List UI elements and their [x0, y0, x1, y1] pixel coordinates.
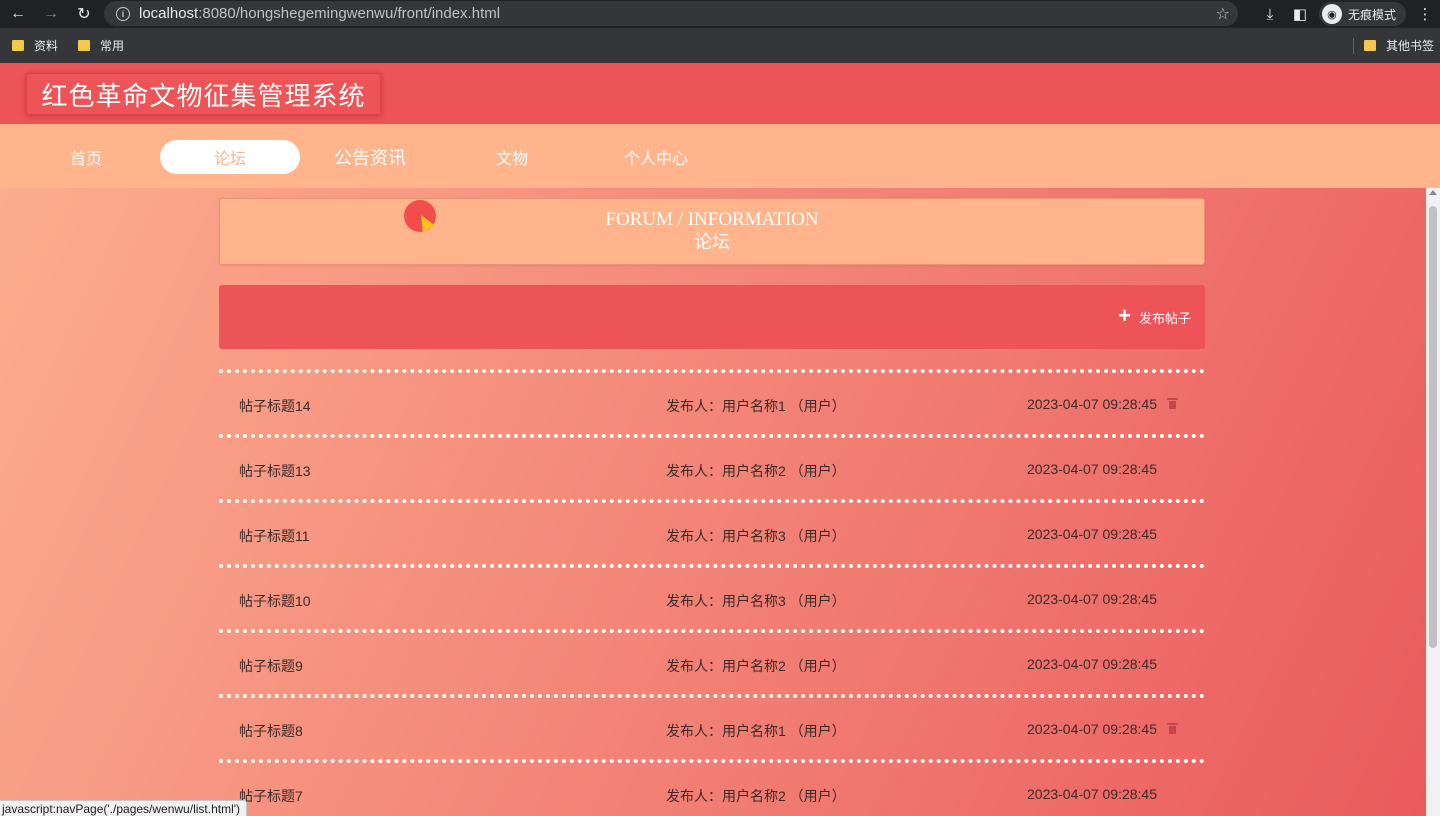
- browser-toolbar: ← → ↻ i localhost:8080/hongshegemingwenw…: [0, 0, 1440, 28]
- back-arrow-icon[interactable]: ←: [4, 0, 32, 28]
- bookmark-star-icon[interactable]: ☆: [1216, 4, 1230, 24]
- post-title[interactable]: 帖子标题9: [239, 656, 303, 676]
- bookmark-separator: [1352, 37, 1354, 54]
- reload-icon[interactable]: ↻: [70, 0, 98, 28]
- post-row[interactable]: 帖子标题8 发布人：用户名称1 （用户） 2023-04-07 09:28:45: [219, 698, 1205, 759]
- post-date: 2023-04-07 09:28:45: [1027, 591, 1157, 607]
- incognito-badge[interactable]: ◉ 无痕模式: [1318, 2, 1406, 26]
- section-title-box: FORUM / INFORMATION 论坛: [219, 198, 1205, 265]
- post-list: 帖子标题14 发布人：用户名称1 （用户） 2023-04-07 09:28:4…: [219, 369, 1205, 816]
- main-nav: 首页 论坛 公告资讯 文物 个人中心: [0, 124, 1440, 188]
- trash-icon[interactable]: [1167, 397, 1178, 409]
- folder-icon: [1363, 40, 1376, 51]
- bookmark-folder-changyong[interactable]: 常用: [78, 37, 124, 54]
- forum-action-bar: + 发布帖子: [219, 285, 1205, 349]
- post-author: 发布人：用户名称1 （用户）: [666, 723, 846, 739]
- plus-icon: +: [1118, 303, 1131, 328]
- other-bookmarks-label: 其他书签: [1385, 39, 1434, 53]
- section-title-en: FORUM / INFORMATION: [605, 209, 819, 230]
- post-row[interactable]: 帖子标题10 发布人：用户名称3 （用户） 2023-04-07 09:28:4…: [219, 568, 1205, 629]
- nav-forum[interactable]: 论坛: [160, 140, 300, 174]
- post-date: 2023-04-07 09:28:45: [1027, 656, 1157, 672]
- post-title[interactable]: 帖子标题10: [239, 591, 311, 611]
- site-header: 红色革命文物征集管理系统: [0, 63, 1440, 124]
- browser-status-bar: javascript:navPage('./pages/wenwu/list.h…: [0, 800, 248, 816]
- post-title[interactable]: 帖子标题14: [239, 396, 311, 416]
- bookmark-label: 常用: [100, 39, 125, 53]
- trash-icon[interactable]: [1167, 722, 1178, 734]
- post-author: 发布人：用户名称3 （用户）: [666, 593, 846, 609]
- section-title-cn: 论坛: [694, 232, 730, 252]
- folder-icon: [12, 40, 24, 51]
- bookmark-label: 资料: [34, 39, 59, 53]
- scroll-thumb[interactable]: [1429, 206, 1437, 648]
- page-scrollbar[interactable]: [1426, 188, 1440, 816]
- post-row[interactable]: 帖子标题7 发布人：用户名称2 （用户） 2023-04-07 09:28:45: [219, 763, 1205, 816]
- post-date: 2023-04-07 09:28:45: [1027, 396, 1157, 412]
- post-date: 2023-04-07 09:28:45: [1027, 786, 1157, 802]
- publish-post-button[interactable]: + 发布帖子: [1114, 302, 1195, 332]
- side-panel-icon[interactable]: ◧: [1285, 5, 1315, 23]
- incognito-icon: ◉: [1321, 4, 1342, 24]
- url-path: :8080/hongshegemingwenwu/front/index.htm…: [198, 5, 501, 22]
- post-author: 发布人：用户名称3 （用户）: [666, 528, 846, 544]
- forum-main: FORUM / INFORMATION 论坛 + 发布帖子 帖子标题14 发布人…: [219, 198, 1205, 816]
- post-title[interactable]: 帖子标题13: [239, 461, 311, 481]
- post-author: 发布人：用户名称2 （用户）: [666, 463, 846, 479]
- nav-home[interactable]: 首页: [16, 140, 156, 174]
- post-date: 2023-04-07 09:28:45: [1027, 461, 1157, 477]
- post-row[interactable]: 帖子标题9 发布人：用户名称2 （用户） 2023-04-07 09:28:45: [219, 633, 1205, 694]
- bookmarks-bar: 资料 常用 其他书签: [0, 28, 1440, 63]
- url-host: localhost: [139, 5, 199, 22]
- address-bar[interactable]: i localhost:8080/hongshegemingwenwu/fron…: [104, 1, 1238, 26]
- publish-post-label: 发布帖子: [1138, 310, 1191, 326]
- page-viewport: 红色革命文物征集管理系统 首页 论坛 公告资讯 文物 个人中心 FORUM / …: [0, 63, 1440, 816]
- nav-relics[interactable]: 文物: [442, 140, 582, 174]
- post-title[interactable]: 帖子标题11: [239, 526, 310, 546]
- post-author: 发布人：用户名称2 （用户）: [666, 788, 846, 804]
- post-date: 2023-04-07 09:28:45: [1027, 526, 1157, 542]
- forward-arrow-icon[interactable]: →: [37, 0, 65, 28]
- other-bookmarks[interactable]: 其他书签: [1363, 37, 1434, 54]
- scroll-up-arrow-icon[interactable]: [1429, 190, 1437, 195]
- post-row[interactable]: 帖子标题11 发布人：用户名称3 （用户） 2023-04-07 09:28:4…: [219, 503, 1205, 564]
- post-title[interactable]: 帖子标题7: [239, 786, 303, 806]
- post-date: 2023-04-07 09:28:45: [1027, 721, 1157, 737]
- post-author: 发布人：用户名称2 （用户）: [666, 658, 846, 674]
- post-row[interactable]: 帖子标题13 发布人：用户名称2 （用户） 2023-04-07 09:28:4…: [219, 438, 1205, 499]
- nav-announcements[interactable]: 公告资讯: [300, 140, 440, 174]
- nav-personal-center[interactable]: 个人中心: [586, 140, 726, 174]
- site-logo-title: 红色革命文物征集管理系统: [26, 73, 381, 115]
- post-author: 发布人：用户名称1 （用户）: [666, 398, 846, 414]
- info-icon[interactable]: i: [116, 6, 130, 21]
- download-icon[interactable]: ⤓: [1255, 6, 1285, 23]
- post-title[interactable]: 帖子标题8: [239, 721, 303, 741]
- url-text[interactable]: localhost:8080/hongshegemingwenwu/front/…: [139, 5, 500, 22]
- bookmark-folder-ziliao[interactable]: 资料: [12, 37, 58, 54]
- kebab-menu-icon[interactable]: ⋮: [1410, 5, 1440, 23]
- folder-icon: [78, 40, 91, 51]
- incognito-label: 无痕模式: [1347, 7, 1396, 22]
- post-row[interactable]: 帖子标题14 发布人：用户名称1 （用户） 2023-04-07 09:28:4…: [219, 373, 1205, 434]
